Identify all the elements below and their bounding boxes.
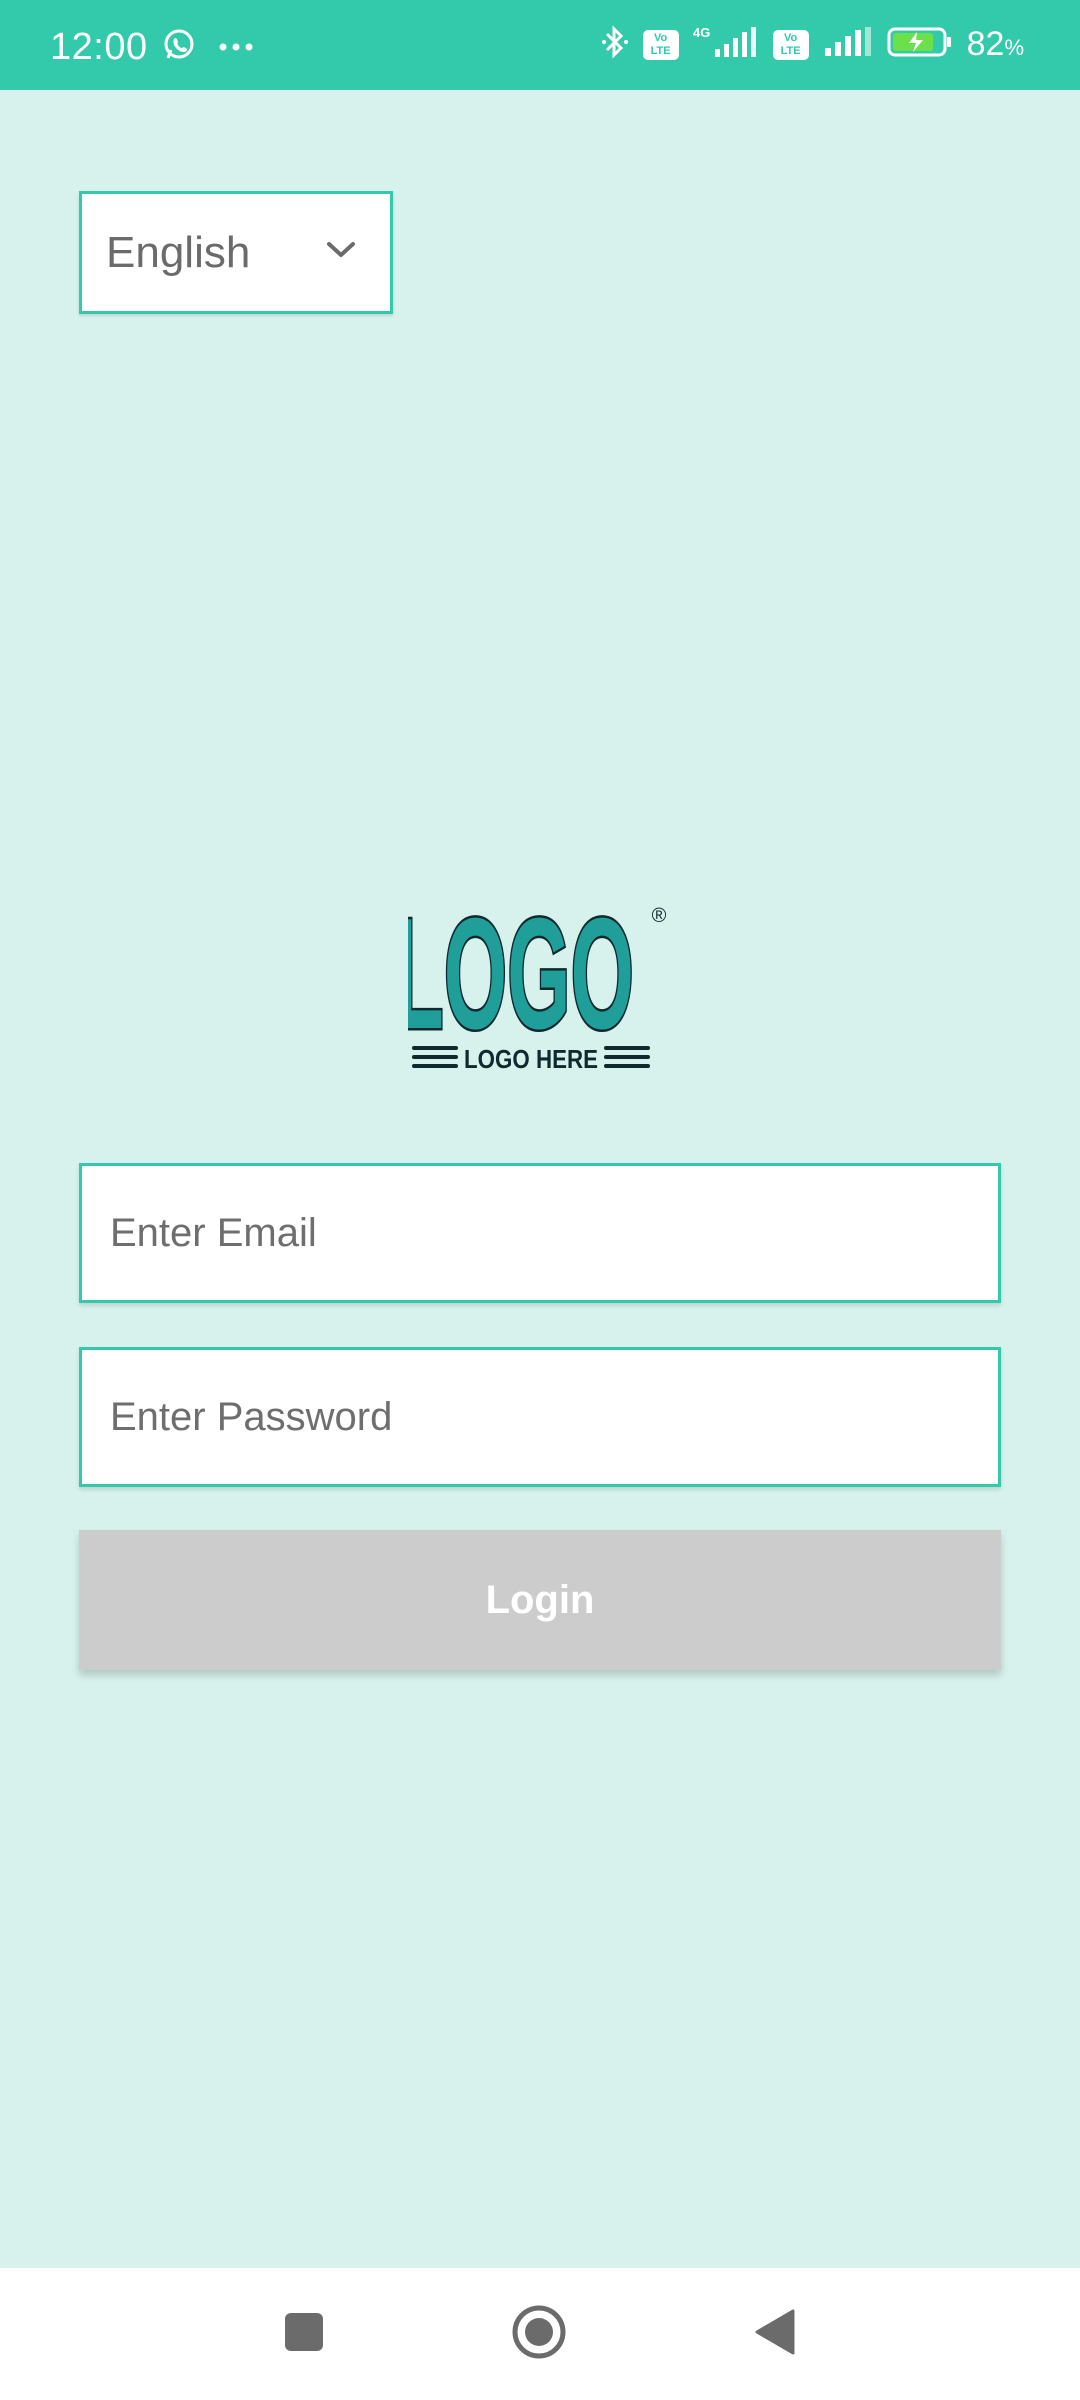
- password-field[interactable]: [79, 1347, 1001, 1487]
- recents-icon: [284, 2312, 324, 2357]
- home-icon: [511, 2304, 567, 2365]
- volte-icon: Vo LTE: [772, 29, 809, 60]
- volte-icon: Vo LTE: [642, 29, 679, 60]
- password-input[interactable]: [82, 1350, 998, 1484]
- app-logo: LOGO ® LOGO HERE: [392, 884, 672, 1090]
- bluetooth-icon: [601, 24, 629, 65]
- email-field[interactable]: [79, 1163, 1001, 1303]
- signal-icon: [823, 26, 873, 63]
- home-button[interactable]: [507, 2302, 571, 2366]
- email-input[interactable]: [82, 1166, 998, 1300]
- language-selected-value: English: [106, 227, 251, 277]
- login-button[interactable]: Login: [79, 1530, 1001, 1670]
- status-time: 12:00: [50, 26, 148, 68]
- logo-wordmark: LOGO: [408, 900, 634, 1062]
- signal-icon: 4G: [693, 25, 759, 64]
- network-label: 4G: [693, 25, 710, 40]
- battery-percent: 82%: [966, 25, 1024, 63]
- chevron-down-icon: [326, 240, 356, 265]
- system-nav-bar: [0, 2268, 1080, 2400]
- back-icon: [753, 2308, 797, 2361]
- recents-button[interactable]: [272, 2302, 336, 2366]
- battery-charging-icon: [887, 26, 953, 63]
- whatsapp-icon: [162, 28, 196, 67]
- registered-mark: ®: [652, 905, 667, 927]
- logo-tagline: LOGO HERE: [464, 1044, 598, 1074]
- back-button[interactable]: [743, 2302, 807, 2366]
- language-select[interactable]: English: [79, 191, 393, 314]
- status-bar: 12:00 Vo LTE 4G Vo LTE 82%: [0, 0, 1080, 90]
- more-dots-icon: [218, 39, 254, 57]
